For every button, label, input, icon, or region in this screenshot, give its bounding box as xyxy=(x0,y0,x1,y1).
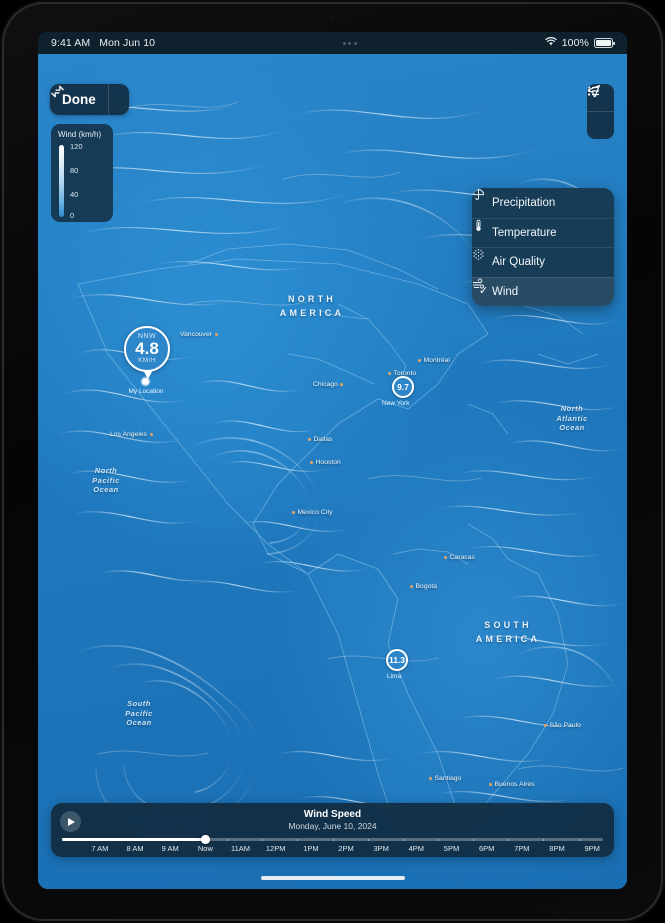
timeline-subtitle: Monday, June 10, 2024 xyxy=(288,821,377,831)
status-bar: 9:41 AM Mon Jun 10 100% xyxy=(38,32,627,54)
my-location-label: My Location xyxy=(128,388,164,395)
status-bar-center xyxy=(155,41,545,45)
menu-item-temperature[interactable]: Temperature xyxy=(472,217,614,248)
wind-pin-label: Lima xyxy=(387,673,402,680)
city-dot-icon xyxy=(444,556,447,559)
city-dot-icon xyxy=(489,783,492,786)
my-location-callout[interactable]: NNW 4.8 KM/H xyxy=(124,326,170,372)
timeline-thumb[interactable] xyxy=(201,835,210,844)
city-dot-icon xyxy=(149,433,153,436)
menu-item-label: Wind xyxy=(492,285,519,298)
city-label: Montréal xyxy=(418,357,450,364)
city-dot-icon xyxy=(410,585,413,588)
timeline-bar[interactable]: Wind Speed Monday, June 10, 2024 7 AM 8 … xyxy=(51,803,614,857)
city-label: Santiago xyxy=(429,775,461,782)
menu-item-precipitation[interactable]: Precipitation xyxy=(472,188,614,218)
tablet-device: 9:41 AM Mon Jun 10 100% NORTH AMERICA SO… xyxy=(0,0,665,923)
status-time: 9:41 AM xyxy=(51,37,91,49)
legend-title: Wind (km/h) xyxy=(58,130,102,139)
legend-ticks: 120 80 40 0 xyxy=(70,142,83,220)
done-control-group[interactable]: Done xyxy=(50,84,129,115)
map-controls[interactable] xyxy=(587,84,614,139)
city-label: Caracas xyxy=(444,554,475,561)
city-label: Vancouver xyxy=(180,331,218,338)
city-label: Bogotá xyxy=(410,583,437,590)
menu-item-label: Air Quality xyxy=(492,256,546,269)
city-label: Dallas xyxy=(308,436,332,443)
list-bullet-icon[interactable] xyxy=(587,86,614,139)
city-label: Chicago xyxy=(313,381,344,388)
menu-item-wind[interactable]: ✓ Wind xyxy=(472,276,614,306)
more-dots-icon xyxy=(342,41,357,45)
wind-pin-lima[interactable]: 11.3 xyxy=(386,649,408,671)
wifi-icon xyxy=(545,37,557,49)
ocean-label-north-atlantic: North Atlantic Ocean xyxy=(556,404,588,432)
menu-item-label: Precipitation xyxy=(492,196,556,209)
legend-body: 120 80 40 0 xyxy=(58,142,106,220)
city-dot-icon xyxy=(292,511,295,514)
timeline-slider[interactable]: 7 AM 8 AM 9 AM Now 11AM 12PM 1PM 2PM 3PM… xyxy=(62,835,603,856)
legend-color-bar xyxy=(59,145,64,217)
city-dot-icon xyxy=(340,383,344,386)
city-dot-icon xyxy=(388,372,391,375)
city-label: Buenos Aires xyxy=(489,781,535,788)
wind-pin-new-york[interactable]: 9.7 xyxy=(392,376,414,398)
screen: 9:41 AM Mon Jun 10 100% NORTH AMERICA SO… xyxy=(38,32,627,889)
status-bar-left: 9:41 AM Mon Jun 10 xyxy=(38,37,155,49)
city-label: Houston xyxy=(310,459,341,466)
city-label: Los Angeles xyxy=(110,431,153,438)
city-dot-icon xyxy=(429,777,432,780)
wind-legend: Wind (km/h) 120 80 40 0 xyxy=(51,124,113,222)
city-dot-icon xyxy=(308,438,311,441)
city-label: Mexico City xyxy=(292,509,333,516)
wind-pin-label: New York xyxy=(382,400,410,407)
status-bar-right: 100% xyxy=(545,37,627,49)
ocean-label-south-pacific: South Pacific Ocean xyxy=(125,699,153,727)
continent-label-south-america: SOUTH AMERICA xyxy=(475,620,541,644)
continent-label-north-america: NORTH AMERICA xyxy=(279,294,345,318)
home-indicator[interactable] xyxy=(260,876,405,880)
timeline-progress xyxy=(62,838,206,841)
map-layers-menu[interactable]: Precipitation Temperature Air Quality ✓ … xyxy=(472,188,614,306)
menu-item-air-quality[interactable]: Air Quality xyxy=(472,247,614,277)
city-dot-icon xyxy=(310,461,313,464)
city-dot-icon xyxy=(544,724,547,727)
city-label: São Paulo xyxy=(544,722,581,729)
wind-value: 4.8 xyxy=(135,339,159,359)
timeline-title: Wind Speed xyxy=(303,809,362,820)
battery-icon xyxy=(594,38,615,48)
menu-item-label: Temperature xyxy=(492,226,557,239)
front-camera xyxy=(328,14,337,22)
wind-unit: KM/H xyxy=(138,357,156,365)
ocean-label-north-pacific: North Pacific Ocean xyxy=(92,466,120,494)
battery-percent: 100% xyxy=(561,37,589,49)
timeline-hour-labels: 7 AM 8 AM 9 AM Now 11AM 12PM 1PM 2PM 3PM… xyxy=(91,844,600,853)
my-location-dot xyxy=(142,378,149,385)
city-dot-icon xyxy=(418,359,421,362)
weather-map[interactable]: NORTH AMERICA SOUTH AMERICA North Pacifi… xyxy=(38,54,627,889)
city-dot-icon xyxy=(214,333,218,336)
status-date: Mon Jun 10 xyxy=(99,37,156,49)
resize-arrows-icon[interactable] xyxy=(51,84,129,115)
